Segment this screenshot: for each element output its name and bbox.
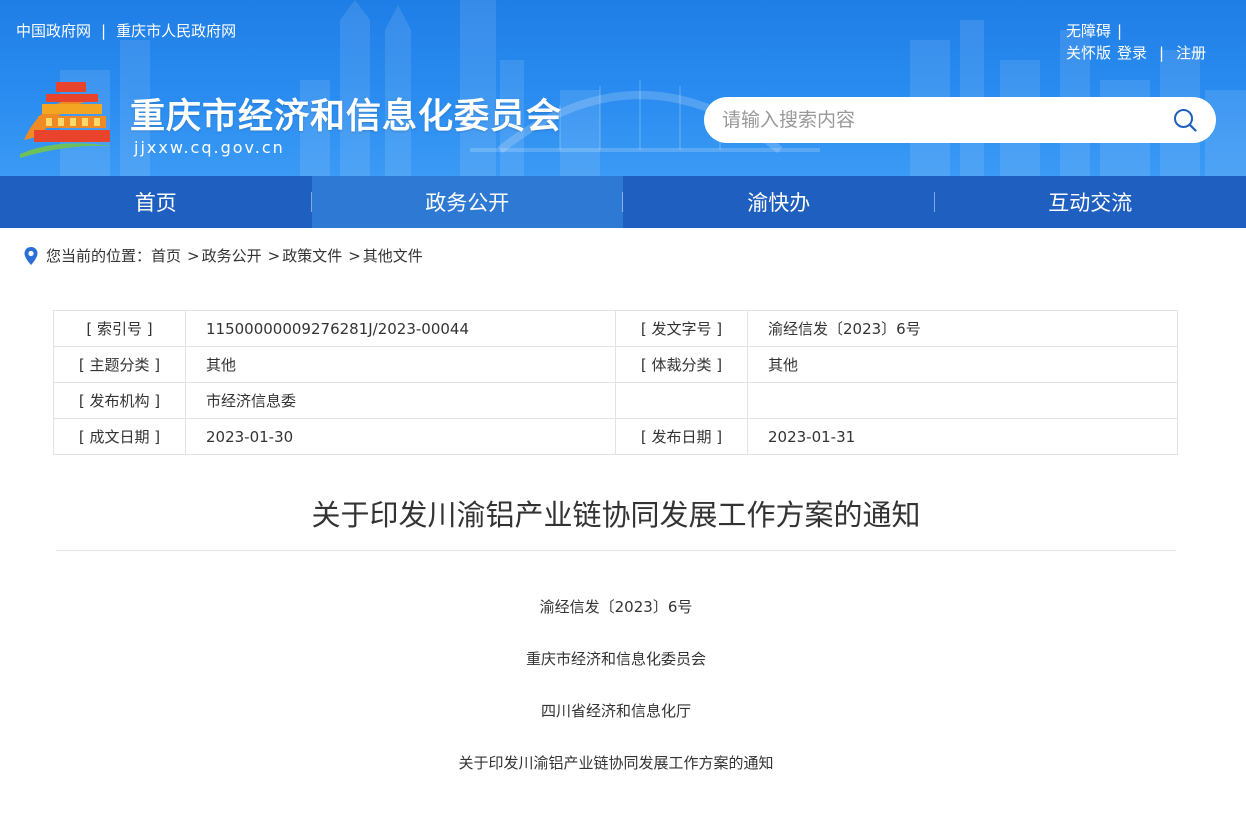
nav-item-label: 首页 <box>134 191 177 215</box>
info-key: [ 成文日期 ] <box>53 418 186 455</box>
info-value: 2023-01-31 <box>747 418 1178 455</box>
article-paragraph-notice-title: 关于印发川渝铝产业链协同发展工作方案的通知 <box>458 754 774 772</box>
user-links-separator: | <box>1159 44 1165 62</box>
article-paragraph-doc-number: 渝经信发〔2023〕6号 <box>539 598 693 616</box>
info-value: 11500000009276281J/2023-00044 <box>185 310 616 347</box>
info-key: [ 主题分类 ] <box>53 346 186 383</box>
info-value: 市经济信息委 <box>185 382 616 419</box>
breadcrumb: 您当前的位置： 首页 > 政务公开 > 政策文件 > 其他文件 <box>24 245 423 266</box>
breadcrumb-other-documents[interactable]: 其他文件 <box>363 245 423 266</box>
site-title[interactable]: 重庆市经济和信息化委员会 <box>130 88 562 139</box>
site-header: 中国政府网 | 重庆市人民政府网 无障碍 | 关怀版 登录 | 注册 重庆市经济… <box>0 0 1246 176</box>
info-key <box>615 382 748 419</box>
nav-item-label: 政务公开 <box>425 191 510 215</box>
care-mode-link[interactable]: 关怀版 <box>1066 42 1111 64</box>
breadcrumb-separator: > <box>267 246 281 265</box>
main-nav: 首页 政务公开 渝快办 互动交流 <box>0 176 1246 228</box>
breadcrumb-separator: > <box>348 246 361 265</box>
table-row: [ 主题分类 ] 其他 [ 体裁分类 ] 其他 <box>53 346 1178 383</box>
nav-item-label: 互动交流 <box>1048 191 1133 215</box>
info-key: [ 发布机构 ] <box>53 382 186 419</box>
document-info-table: [ 索引号 ] 11500000009276281J/2023-00044 [ … <box>53 310 1178 455</box>
site-domain: jjxxw.cq.gov.cn <box>134 138 285 157</box>
article-title: 关于印发川渝铝产业链协同发展工作方案的通知 <box>311 498 921 532</box>
info-key: [ 体裁分类 ] <box>615 346 748 383</box>
register-link[interactable]: 注册 <box>1176 42 1206 64</box>
table-row: [ 成文日期 ] 2023-01-30 [ 发布日期 ] 2023-01-31 <box>53 418 1178 455</box>
info-value: 其他 <box>747 346 1178 383</box>
info-key: [ 发布日期 ] <box>615 418 748 455</box>
table-row: [ 索引号 ] 11500000009276281J/2023-00044 [ … <box>53 310 1178 347</box>
top-links: 中国政府网 | 重庆市人民政府网 <box>16 20 236 41</box>
login-link[interactable]: 登录 <box>1117 42 1147 64</box>
info-key: [ 发文字号 ] <box>615 310 748 347</box>
breadcrumb-separator: > <box>187 246 200 265</box>
info-value <box>747 382 1178 419</box>
breadcrumb-policy-documents[interactable]: 政策文件 <box>282 245 342 266</box>
search-input[interactable] <box>722 109 1172 131</box>
site-logo-icon[interactable] <box>16 80 116 160</box>
info-value: 其他 <box>185 346 616 383</box>
user-links-separator: | <box>1117 22 1123 40</box>
article-paragraph-issuer-chongqing: 重庆市经济和信息化委员会 <box>525 650 706 668</box>
search-box <box>704 97 1216 143</box>
link-chongqing-gov[interactable]: 重庆市人民政府网 <box>116 20 236 41</box>
nav-item-government-affairs[interactable]: 政务公开 <box>311 176 623 228</box>
user-links: 无障碍 | 关怀版 登录 | 注册 <box>1066 20 1216 64</box>
nav-item-home[interactable]: 首页 <box>0 176 312 228</box>
article-paragraph-issuer-sichuan: 四川省经济和信息化厅 <box>540 702 691 720</box>
table-row: [ 发布机构 ] 市经济信息委 <box>53 382 1178 419</box>
link-china-gov[interactable]: 中国政府网 <box>16 20 91 41</box>
breadcrumb-prefix: 您当前的位置： <box>46 247 152 265</box>
nav-item-interaction[interactable]: 互动交流 <box>935 176 1246 228</box>
top-links-separator: | <box>101 21 107 40</box>
accessibility-link[interactable]: 无障碍 <box>1066 20 1111 42</box>
info-key: [ 索引号 ] <box>53 310 186 347</box>
info-value: 渝经信发〔2023〕6号 <box>747 310 1178 347</box>
breadcrumb-government-affairs[interactable]: 政务公开 <box>202 245 262 266</box>
location-pin-icon <box>24 246 38 265</box>
breadcrumb-home[interactable]: 首页 <box>151 245 181 266</box>
nav-item-yukuaiban[interactable]: 渝快办 <box>623 176 935 228</box>
search-icon[interactable] <box>1172 107 1198 133</box>
nav-item-label: 渝快办 <box>747 191 811 215</box>
info-value: 2023-01-30 <box>185 418 616 455</box>
title-divider <box>56 550 1176 551</box>
